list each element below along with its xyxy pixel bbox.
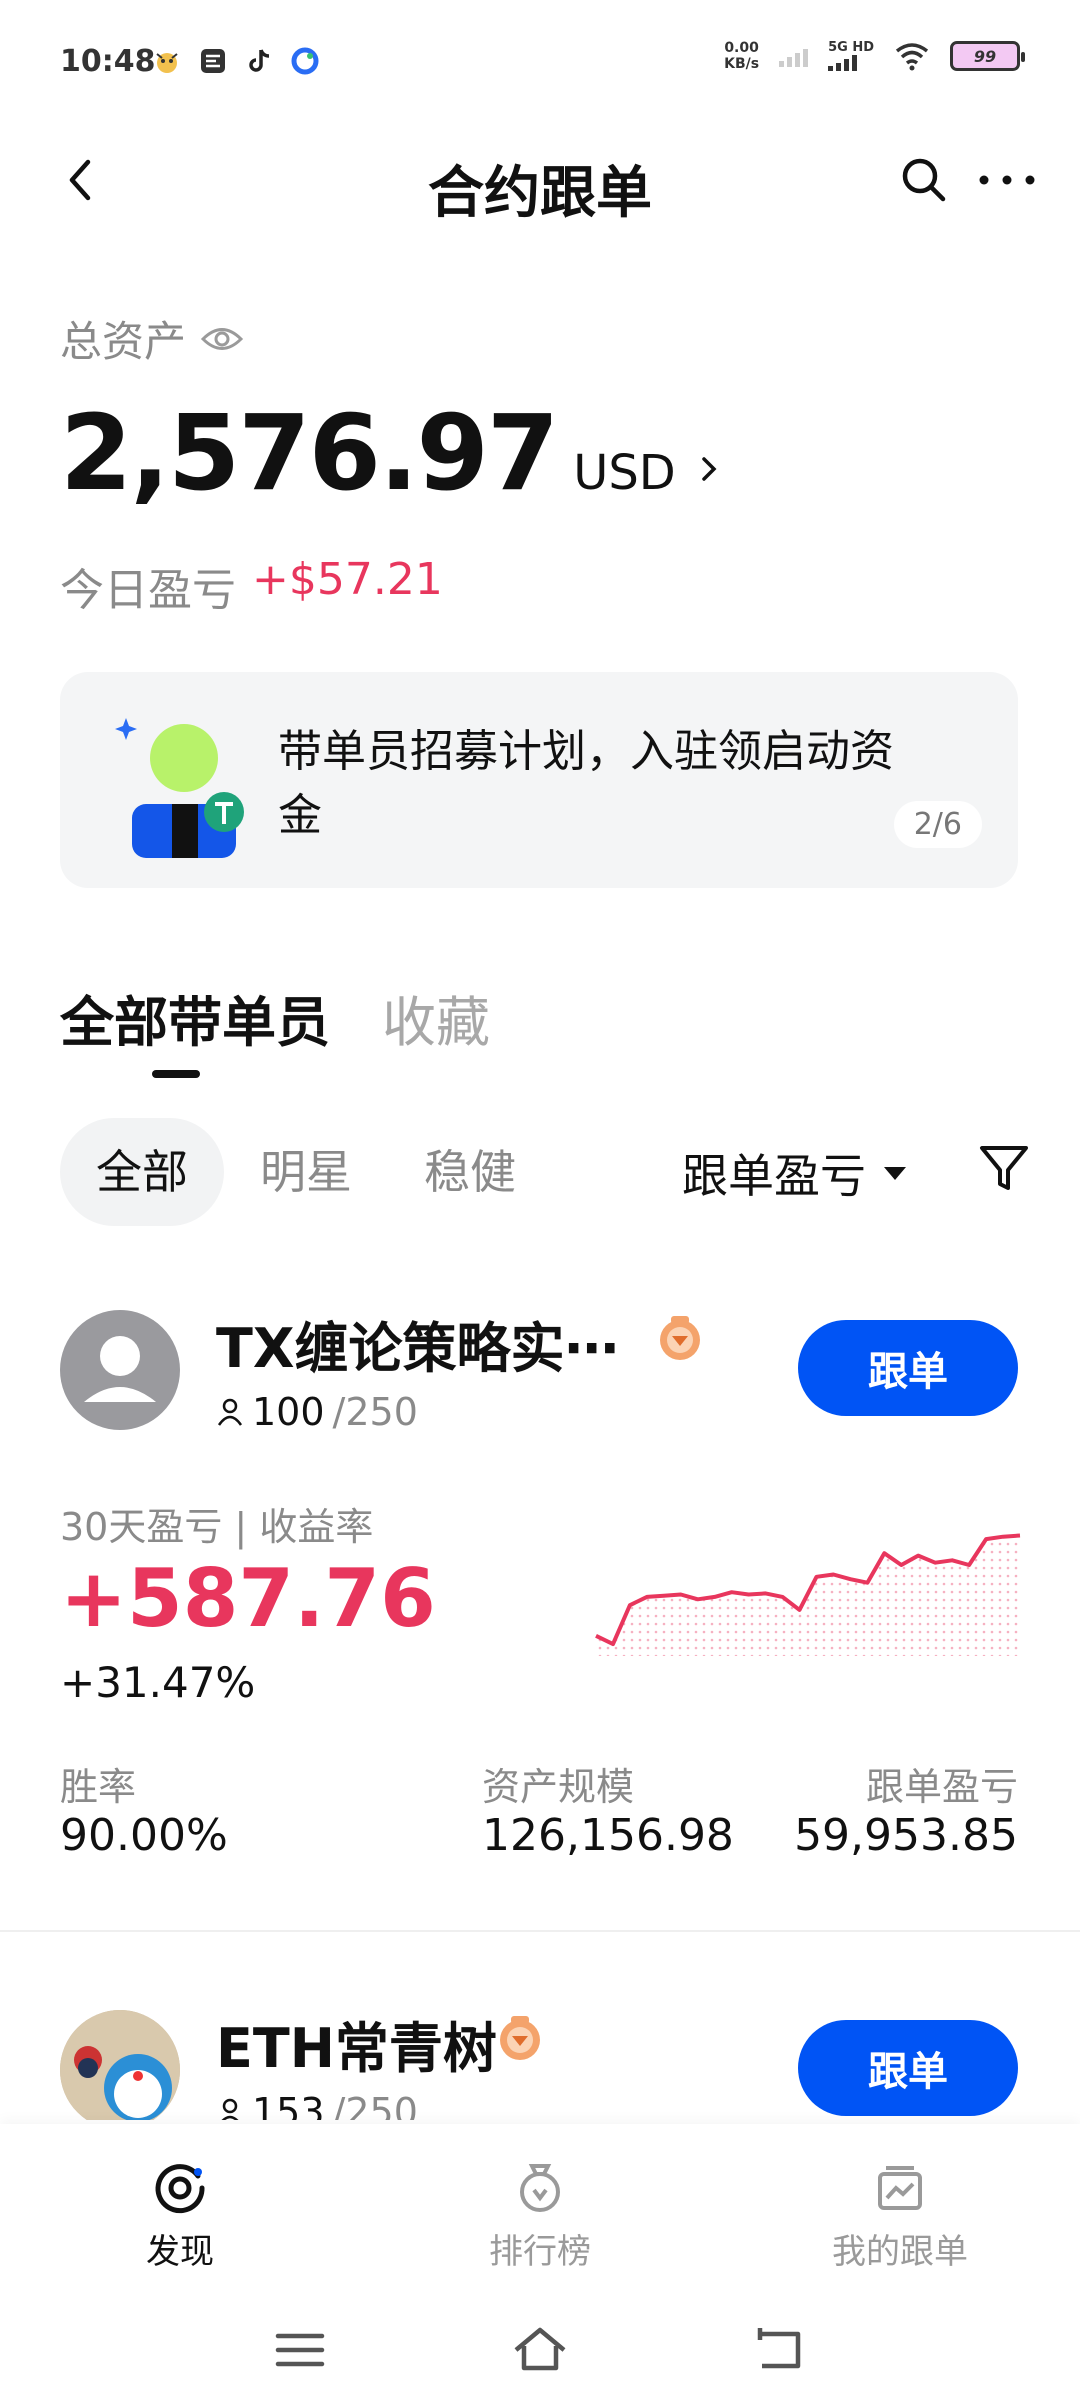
status-time: 10:48 bbox=[60, 44, 156, 79]
medal-badge-icon bbox=[500, 2016, 540, 2060]
followers-max: /250 bbox=[332, 1390, 418, 1434]
home-icon[interactable] bbox=[510, 2320, 570, 2380]
discover-icon bbox=[155, 2164, 205, 2214]
ranking-icon bbox=[520, 2164, 560, 2212]
trader-card[interactable]: ETH常青树 153/250 跟单 bbox=[0, 1990, 1080, 2120]
chip-all[interactable]: 全部 bbox=[60, 1118, 224, 1226]
trader-name: ETH常青树 bbox=[216, 2017, 497, 2080]
sort-dropdown[interactable]: 跟单盈亏 bbox=[682, 1140, 906, 1206]
back-nav-icon[interactable] bbox=[750, 2320, 810, 2380]
network-type-label: 5G HD bbox=[828, 40, 874, 55]
followers-max: /250 bbox=[332, 2090, 418, 2120]
app-c-icon bbox=[291, 47, 319, 75]
nav-my-orders[interactable]: 我的跟单 bbox=[800, 2160, 1000, 2273]
tab-all-traders[interactable]: 全部带单员 bbox=[60, 978, 330, 1057]
signal-sim1-icon bbox=[779, 45, 809, 67]
nav-ranking[interactable]: 排行榜 bbox=[440, 2160, 640, 2273]
followers-count: 100/250 bbox=[216, 1390, 418, 1434]
top-app-bar: 合约跟单 bbox=[0, 130, 1080, 230]
follow-button[interactable]: 跟单 bbox=[798, 1320, 1018, 1416]
user-silhouette-icon bbox=[84, 1336, 156, 1402]
chip-star[interactable]: 明星 bbox=[224, 1118, 388, 1226]
my-orders-icon bbox=[878, 2166, 922, 2210]
tiktok-icon bbox=[249, 49, 270, 72]
banner-page-indicator: 2/6 bbox=[893, 801, 982, 848]
status-bar: 10:48 0.00 KB/s 5G HD 99 bbox=[0, 0, 1080, 130]
wifi-icon bbox=[895, 43, 929, 71]
pnl-30d-value: +587.76 bbox=[60, 1552, 436, 1645]
recruit-banner[interactable]: 带单员招募计划，入驻领启动资金 2/6 bbox=[60, 672, 1018, 888]
caret-down-icon bbox=[884, 1166, 906, 1180]
trader-recruit-illustration bbox=[115, 718, 244, 858]
win-rate-label: 胜率 bbox=[60, 1765, 137, 1809]
eye-icon[interactable] bbox=[200, 324, 244, 354]
total-assets-value-row[interactable]: 2,576.97 USD bbox=[60, 392, 724, 514]
signal-bars-icon bbox=[828, 55, 858, 71]
active-tab-indicator bbox=[152, 1070, 200, 1078]
chevron-right-icon bbox=[702, 457, 717, 481]
person-icon bbox=[217, 1398, 243, 1426]
avatar-placeholder bbox=[60, 1310, 180, 1430]
nav-my-orders-label: 我的跟单 bbox=[832, 2232, 968, 2272]
search-icon[interactable] bbox=[896, 152, 952, 208]
tab-favorites[interactable]: 收藏 bbox=[382, 978, 490, 1057]
status-app-icons bbox=[152, 46, 320, 76]
total-assets-value: 2,576.97 bbox=[60, 392, 559, 514]
total-assets-label-row: 总资产 bbox=[60, 308, 244, 369]
signal-sim2: 5G HD bbox=[828, 41, 874, 71]
trader-tabs: 全部带单员 收藏 bbox=[60, 978, 490, 1057]
card-divider bbox=[0, 1930, 1080, 1932]
person-icon bbox=[221, 2098, 239, 2120]
dog-icon bbox=[156, 53, 178, 73]
system-navigation-bar bbox=[0, 2294, 1080, 2408]
chip-stable[interactable]: 稳健 bbox=[388, 1118, 552, 1226]
more-options-icon[interactable] bbox=[972, 152, 1042, 208]
banner-text: 带单员招募计划，入驻领启动资金 bbox=[278, 726, 894, 841]
pnl-sparkline-chart bbox=[595, 1533, 1021, 1656]
net-speed: 0.00 KB/s bbox=[724, 40, 759, 72]
avatar-image bbox=[60, 2010, 180, 2120]
aum-value: 126,156.98 bbox=[482, 1810, 734, 1861]
followers-current: 153 bbox=[252, 2090, 325, 2120]
copy-pnl-value: 59,953.85 bbox=[794, 1810, 1018, 1861]
medal-badge-icon bbox=[660, 1316, 700, 1360]
aum-label: 资产规模 bbox=[482, 1765, 635, 1809]
follow-button[interactable]: 跟单 bbox=[798, 2020, 1018, 2116]
trader-avatar bbox=[60, 2010, 180, 2120]
nav-discover[interactable]: 发现 bbox=[80, 2160, 280, 2273]
battery-level: 99 bbox=[973, 46, 997, 66]
net-speed-unit: KB/s bbox=[724, 56, 760, 72]
nav-discover-label: 发现 bbox=[146, 2232, 214, 2272]
sort-label: 跟单盈亏 bbox=[682, 1149, 866, 1203]
total-assets-label: 总资产 bbox=[60, 317, 187, 366]
pnl-30d-label: 30天盈亏 | 收益率 bbox=[60, 1505, 374, 1549]
reader-icon bbox=[201, 49, 225, 73]
trader-card[interactable]: TX缠论策略实⋯ 100/250 跟单 30天盈亏 | 收益率 +587.76 … bbox=[0, 1290, 1080, 1930]
followers-count: 153/250 bbox=[216, 2090, 418, 2120]
bottom-navigation: 发现 排行榜 我的跟单 bbox=[0, 2124, 1080, 2294]
filter-funnel-icon[interactable] bbox=[974, 1138, 1034, 1198]
trader-name: TX缠论策略实⋯ bbox=[216, 1317, 616, 1380]
followers-current: 100 bbox=[252, 1390, 325, 1434]
status-right: 0.00 KB/s 5G HD 99 bbox=[724, 40, 1025, 72]
total-assets-currency: USD bbox=[573, 445, 676, 501]
battery-icon: 99 bbox=[950, 41, 1025, 71]
filter-chips: 全部 明星 稳健 bbox=[60, 1118, 552, 1226]
today-pnl-label: 今日盈亏 bbox=[60, 565, 236, 616]
menu-icon[interactable] bbox=[270, 2320, 330, 2380]
roi-value: +31.47% bbox=[60, 1658, 256, 1707]
nav-ranking-label: 排行榜 bbox=[489, 2232, 591, 2272]
win-rate-value: 90.00% bbox=[60, 1810, 228, 1861]
net-speed-value: 0.00 bbox=[724, 40, 759, 56]
today-pnl-value: +$57.21 bbox=[252, 554, 443, 605]
copy-pnl-label: 跟单盈亏 bbox=[865, 1765, 1018, 1809]
today-pnl-row: 今日盈亏 +$57.21 bbox=[60, 554, 443, 618]
